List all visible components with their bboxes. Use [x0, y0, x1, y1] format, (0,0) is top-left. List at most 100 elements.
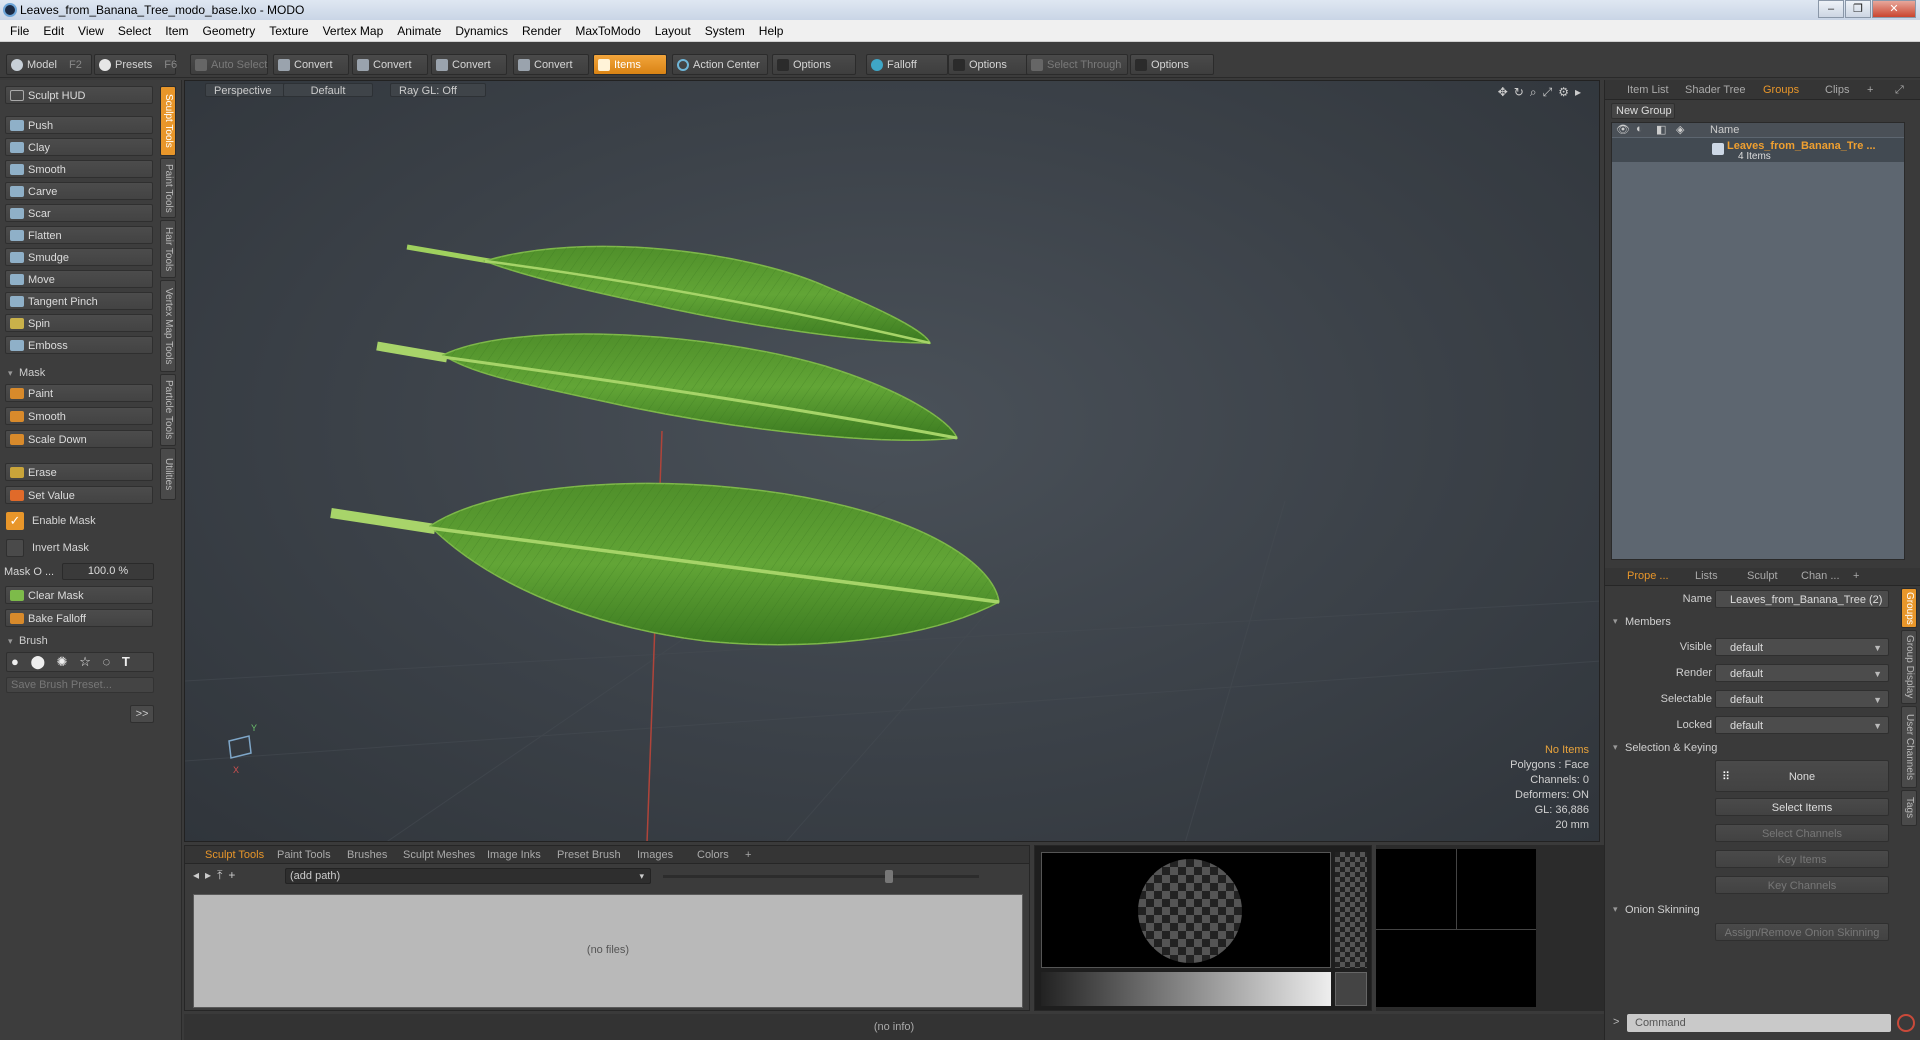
- items-mode-button[interactable]: Items: [593, 54, 667, 75]
- vtab-paint-tools[interactable]: Paint Tools: [160, 158, 176, 218]
- members-section[interactable]: Members: [1613, 616, 1671, 628]
- brush-section-header[interactable]: Brush: [5, 633, 153, 649]
- presets-button[interactable]: Presets F6: [94, 54, 177, 75]
- group-row[interactable]: Leaves_from_Banana_Tre ... 4 Items: [1612, 138, 1904, 162]
- banana-leaf-bottom[interactable]: [330, 482, 1000, 646]
- tab-colors[interactable]: Colors: [697, 849, 729, 861]
- mask-scale-down-button[interactable]: Scale Down: [5, 430, 153, 448]
- tab-item-list[interactable]: Item List: [1627, 84, 1669, 96]
- expand-panel-button[interactable]: >>: [130, 705, 154, 723]
- path-dropdown[interactable]: (add path) ▾: [285, 868, 651, 884]
- tab-paint-tools[interactable]: Paint Tools: [277, 849, 331, 861]
- vtab-tags[interactable]: Tags: [1901, 790, 1917, 826]
- slider-handle[interactable]: [885, 870, 893, 883]
- convert-materials-button[interactable]: Convert: [513, 54, 589, 75]
- menu-maxtomodo[interactable]: MaxToModo: [568, 20, 647, 42]
- locked-dropdown[interactable]: default ▼: [1715, 716, 1889, 734]
- tab-images[interactable]: Images: [637, 849, 673, 861]
- tool-smudge[interactable]: Smudge: [5, 248, 153, 266]
- menu-layout[interactable]: Layout: [648, 20, 698, 42]
- vtab-particle-tools[interactable]: Particle Tools: [160, 374, 176, 446]
- tab-lists[interactable]: Lists: [1695, 570, 1718, 582]
- none-button[interactable]: ⠿ None: [1715, 760, 1889, 792]
- select-items-button[interactable]: Select Items: [1715, 798, 1889, 816]
- selectable-dropdown[interactable]: default ▼: [1715, 690, 1889, 708]
- up-folder-icon[interactable]: ⤒: [217, 868, 228, 882]
- tab-channels[interactable]: Chan ...: [1801, 570, 1840, 582]
- lock-icon[interactable]: ◧: [1656, 123, 1666, 136]
- thumbnail-size-slider[interactable]: [663, 875, 979, 878]
- brush-star-icon[interactable]: ☆: [79, 654, 91, 669]
- menu-item[interactable]: Item: [158, 20, 195, 42]
- selection-keying-section[interactable]: Selection & Keying: [1613, 742, 1717, 754]
- name-column-header[interactable]: Name: [1710, 124, 1739, 136]
- visible-dropdown[interactable]: default ▼: [1715, 638, 1889, 656]
- tool-smooth[interactable]: Smooth: [5, 160, 153, 178]
- enable-mask-checkbox[interactable]: ✓: [6, 512, 24, 530]
- tab-brushes[interactable]: Brushes: [347, 849, 387, 861]
- model-layout-button[interactable]: Model F2: [6, 54, 92, 75]
- mask-set-value-button[interactable]: Set Value: [5, 486, 153, 504]
- tool-tangent-pinch[interactable]: Tangent Pinch: [5, 292, 153, 310]
- menu-view[interactable]: View: [71, 20, 111, 42]
- tab-properties[interactable]: Prope ...: [1627, 570, 1669, 582]
- auto-select-button[interactable]: Auto Select: [190, 54, 268, 75]
- vtab-utilities[interactable]: Utilities: [160, 448, 176, 500]
- vtab-hair-tools[interactable]: Hair Tools: [160, 220, 176, 278]
- invert-mask-checkbox[interactable]: [6, 539, 24, 557]
- menu-animate[interactable]: Animate: [390, 20, 448, 42]
- onion-skinning-section[interactable]: Onion Skinning: [1613, 904, 1700, 916]
- menu-texture[interactable]: Texture: [262, 20, 315, 42]
- tool-scar[interactable]: Scar: [5, 204, 153, 222]
- sculpt-hud-button[interactable]: Sculpt HUD: [5, 86, 153, 104]
- tab-clips[interactable]: Clips: [1825, 84, 1849, 96]
- 3d-viewport[interactable]: Perspective Default Ray GL: Off ✥↻⌕⤢⚙▸ Y…: [184, 80, 1600, 842]
- action-center-options-button[interactable]: Options: [772, 54, 856, 75]
- clear-mask-button[interactable]: Clear Mask: [5, 586, 153, 604]
- group-name-field[interactable]: Leaves_from_Banana_Tree (2): [1715, 590, 1889, 608]
- add-tab-button[interactable]: +: [745, 849, 751, 861]
- mask-smooth-button[interactable]: Smooth: [5, 407, 153, 425]
- mask-section-header[interactable]: Mask: [5, 365, 153, 381]
- convert-polygons-button[interactable]: Convert: [431, 54, 507, 75]
- action-center-button[interactable]: Action Center: [672, 54, 768, 75]
- menu-select[interactable]: Select: [111, 20, 158, 42]
- mask-erase-button[interactable]: Erase: [5, 463, 153, 481]
- select-through-options-button[interactable]: Options: [1130, 54, 1214, 75]
- convert-vertices-button[interactable]: Convert: [273, 54, 349, 75]
- vtab-user-channels[interactable]: User Channels: [1901, 706, 1917, 788]
- close-button[interactable]: ✕: [1872, 0, 1916, 18]
- vtab-sculpt-tools[interactable]: Sculpt Tools: [160, 86, 176, 156]
- select-icon[interactable]: ◈: [1676, 123, 1684, 136]
- tool-carve[interactable]: Carve: [5, 182, 153, 200]
- mask-opacity-field[interactable]: 100.0 %: [62, 563, 154, 580]
- menu-file[interactable]: File: [3, 20, 36, 42]
- new-group-button[interactable]: New Group: [1611, 103, 1675, 119]
- record-icon[interactable]: [1897, 1014, 1915, 1032]
- banana-leaf-top[interactable]: [406, 244, 932, 345]
- tab-image-inks[interactable]: Image Inks: [487, 849, 541, 861]
- menu-help[interactable]: Help: [752, 20, 791, 42]
- vtab-groups[interactable]: Groups: [1901, 588, 1917, 628]
- menu-vertex-map[interactable]: Vertex Map: [316, 20, 391, 42]
- tab-shader-tree[interactable]: Shader Tree: [1685, 84, 1746, 96]
- minimize-button[interactable]: –: [1818, 0, 1844, 18]
- banana-leaf-middle[interactable]: [376, 333, 959, 441]
- add-tab-icon[interactable]: +: [1867, 84, 1873, 96]
- tool-emboss[interactable]: Emboss: [5, 336, 153, 354]
- falloff-options-button[interactable]: Options: [948, 54, 1030, 75]
- add-path-icon[interactable]: +: [228, 868, 241, 882]
- tab-preset-brush[interactable]: Preset Brush: [557, 849, 621, 861]
- convert-edges-button[interactable]: Convert: [352, 54, 428, 75]
- render-icon[interactable]: ◐: [1636, 123, 1643, 135]
- mask-paint-button[interactable]: Paint: [5, 384, 153, 402]
- file-list[interactable]: (no files): [193, 894, 1023, 1008]
- key-channels-button[interactable]: Key Channels: [1715, 876, 1889, 894]
- select-channels-button[interactable]: Select Channels: [1715, 824, 1889, 842]
- brush-custom-icon[interactable]: ◌: [102, 654, 110, 669]
- key-items-button[interactable]: Key Items: [1715, 850, 1889, 868]
- color-swatch[interactable]: [1335, 972, 1367, 1006]
- vtab-vertex-map-tools[interactable]: Vertex Map Tools: [160, 280, 176, 372]
- tool-clay[interactable]: Clay: [5, 138, 153, 156]
- tab-groups[interactable]: Groups: [1763, 84, 1799, 96]
